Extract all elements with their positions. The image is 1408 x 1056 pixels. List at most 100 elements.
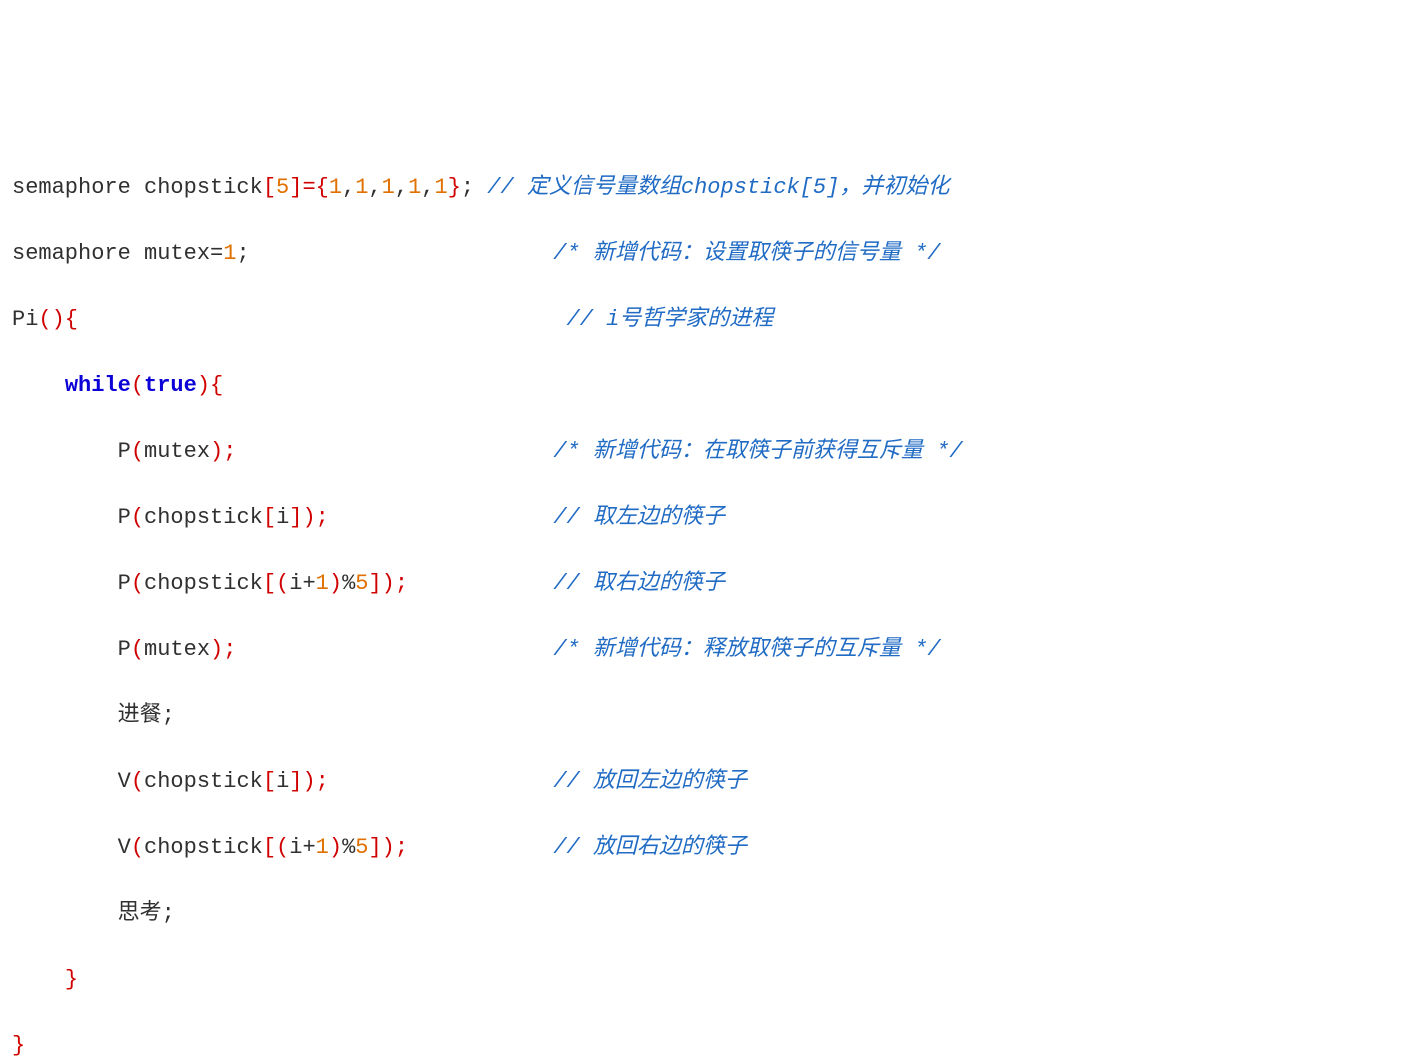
token-paren: )	[329, 835, 342, 860]
code-line: }	[12, 1029, 1396, 1056]
code-line: V(chopstick[(i+1)%5]); // 放回右边的筷子	[12, 831, 1396, 864]
token-var: i	[276, 769, 289, 794]
token-ident: chopstick	[144, 769, 263, 794]
token-call: P	[118, 505, 131, 530]
token-bracket: ]);	[368, 835, 408, 860]
code-line: }	[12, 963, 1396, 996]
token-paren: (	[131, 439, 144, 464]
token-pad	[236, 637, 553, 662]
token-brace: }	[65, 967, 78, 992]
token-number: 1	[329, 175, 342, 200]
token-call: V	[118, 769, 131, 794]
token-ident: chopstick	[144, 571, 263, 596]
token-comma: ,	[342, 175, 355, 200]
token-ident: chopstick	[144, 505, 263, 530]
token-call: V	[118, 835, 131, 860]
token-brace: }	[448, 175, 461, 200]
comment: // 取右边的筷子	[553, 571, 725, 596]
comment: // 放回左边的筷子	[553, 769, 747, 794]
token-ident: semaphore mutex=	[12, 241, 223, 266]
token-call: P	[118, 571, 131, 596]
token-ident: chopstick	[144, 835, 263, 860]
token-number: 5	[276, 175, 289, 200]
token-bracket: ]);	[289, 769, 329, 794]
code-line: P(chopstick[(i+1)%5]); // 取右边的筷子	[12, 567, 1396, 600]
token-comma: ,	[395, 175, 408, 200]
keyword-while: while	[65, 373, 131, 398]
token-expr: i+	[289, 571, 315, 596]
comment: // 放回右边的筷子	[553, 835, 747, 860]
token-bracket: ]);	[368, 571, 408, 596]
code-line: 进餐;	[12, 699, 1396, 732]
token-bracket: ]=	[289, 175, 315, 200]
indent	[12, 769, 118, 794]
token-semi: ;	[236, 241, 249, 266]
token-paren: (	[131, 835, 144, 860]
token-pad	[408, 571, 553, 596]
code-line: while(true){	[12, 369, 1396, 402]
token-expr: i+	[289, 835, 315, 860]
token-ident: Pi	[12, 307, 38, 332]
token-paren: );	[210, 637, 236, 662]
token-pad	[329, 769, 553, 794]
token-call: P	[118, 637, 131, 662]
token-pad	[474, 175, 487, 200]
token-number: 1	[223, 241, 236, 266]
comment: /* 新增代码：设置取筷子的信号量 */	[553, 241, 940, 266]
token-bracket: ]);	[289, 505, 329, 530]
code-line: semaphore chopstick[5]={1,1,1,1,1}; // 定…	[12, 171, 1396, 204]
token-ident: mutex	[144, 637, 210, 662]
token-paren: );	[210, 439, 236, 464]
token-comma: ,	[368, 175, 381, 200]
token-comma: ,	[421, 175, 434, 200]
code-line: V(chopstick[i]); // 放回左边的筷子	[12, 765, 1396, 798]
indent	[12, 637, 118, 662]
token-bracket: [(	[263, 571, 289, 596]
token-bracket: [(	[263, 835, 289, 860]
indent	[12, 967, 65, 992]
indent	[12, 703, 118, 728]
indent	[12, 373, 65, 398]
token-number: 1	[316, 835, 329, 860]
indent	[12, 835, 118, 860]
token-paren: (	[131, 571, 144, 596]
indent	[12, 439, 118, 464]
token-number: 5	[355, 835, 368, 860]
token-op: %	[342, 835, 355, 860]
comment: // i号哲学家的进程	[567, 307, 774, 332]
token-number: 1	[355, 175, 368, 200]
token-pad	[236, 439, 553, 464]
token-paren: (	[131, 505, 144, 530]
indent	[12, 571, 118, 596]
token-number: 5	[355, 571, 368, 596]
token-pad	[250, 241, 554, 266]
keyword-true: true	[144, 373, 197, 398]
token-pad	[78, 307, 566, 332]
token-var: i	[276, 505, 289, 530]
token-paren-brace: (){	[38, 307, 78, 332]
token-op: %	[342, 571, 355, 596]
token-pad	[329, 505, 553, 530]
indent	[12, 505, 118, 530]
token-brace: {	[316, 175, 329, 200]
code-line: P(mutex); /* 新增代码：在取筷子前获得互斥量 */	[12, 435, 1396, 468]
code-block: semaphore chopstick[5]={1,1,1,1,1}; // 定…	[12, 138, 1396, 1056]
token-pad	[408, 835, 553, 860]
token-number: 1	[316, 571, 329, 596]
token-ident: mutex	[144, 439, 210, 464]
code-line: semaphore mutex=1; /* 新增代码：设置取筷子的信号量 */	[12, 237, 1396, 270]
token-bracket: [	[263, 769, 276, 794]
comment: // 取左边的筷子	[553, 505, 725, 530]
code-line: P(chopstick[i]); // 取左边的筷子	[12, 501, 1396, 534]
token-text: 进餐;	[118, 703, 175, 728]
token-bracket: [	[263, 175, 276, 200]
token-paren: (	[131, 373, 144, 398]
token-paren: (	[131, 637, 144, 662]
token-call: P	[118, 439, 131, 464]
token-number: 1	[434, 175, 447, 200]
comment: /* 新增代码：释放取筷子的互斥量 */	[553, 637, 940, 662]
code-line: P(mutex); /* 新增代码：释放取筷子的互斥量 */	[12, 633, 1396, 666]
comment: // 定义信号量数组chopstick[5]，并初始化	[487, 175, 949, 200]
token-paren: (	[131, 769, 144, 794]
comment: /* 新增代码：在取筷子前获得互斥量 */	[553, 439, 962, 464]
